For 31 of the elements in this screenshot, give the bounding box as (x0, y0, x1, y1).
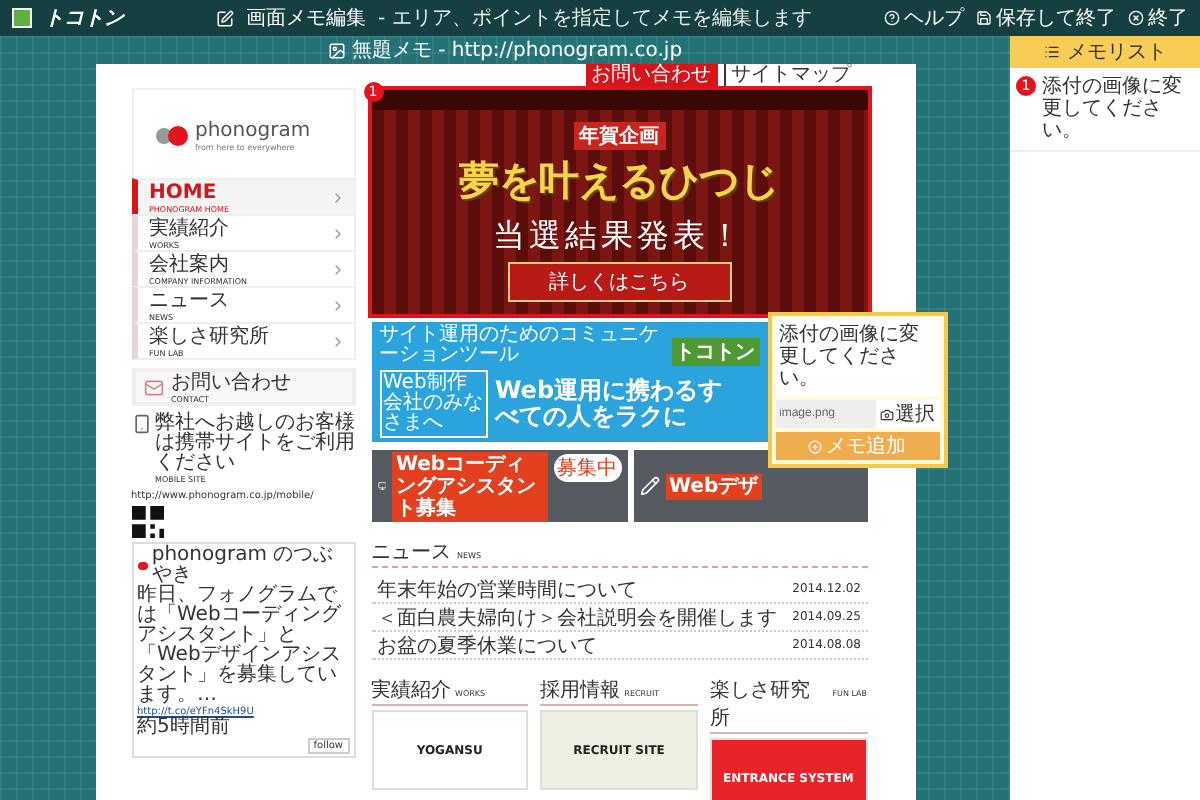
contact-label: お問い合わせ (171, 371, 293, 393)
memo-caption: 無題メモ - http://phonogram.co.jp (351, 38, 683, 64)
banner-title: 夢を叶えるひつじ (459, 154, 779, 208)
recruit-title: Webデザ (665, 473, 763, 499)
banner-headline: Web運用に携わるすべての人をラクに (495, 378, 725, 430)
tweet-text: 昨日、フォノグラムでは「Webコーディングアシスタント」と「Webデザインアシスタント」を募集しています。… (137, 586, 343, 706)
banner-tag: 年賀企画 (573, 122, 665, 150)
nav-label: 会社案内 (149, 253, 231, 275)
screen-title: 画面メモ編集 (246, 6, 366, 32)
nav-label: 実績紹介 (149, 217, 231, 239)
nav-label: 楽しさ研究所 (149, 325, 271, 347)
mobile-text: 弊社へお越しのお客様は携帯サイトをご利用ください (155, 414, 355, 474)
memo-text: 添付の画像に変更してください。 (1042, 76, 1184, 142)
screen-subtitle: - エリア、ポイントを指定してメモを編集します (378, 5, 812, 32)
brand-logo: トコトン (671, 338, 759, 366)
recruit-title: Webコーディングアシスタント募集 (391, 451, 547, 521)
nav-label: ニュース (149, 289, 231, 311)
tweet-time: 約5時間前 (137, 718, 230, 738)
tweet-account: phonogram のつぶやき (151, 546, 336, 586)
banner-headline: 当選結果発表！ (493, 216, 745, 258)
recruiting-badge: 募集中 (553, 454, 621, 482)
logo-name: phonogram (195, 119, 311, 141)
section-heading: 実績紹介 (371, 677, 451, 704)
app-logo: トコトン (44, 6, 124, 32)
section-heading: 楽しさ研究所 (709, 677, 812, 732)
news-heading: ニュース (371, 540, 451, 566)
banner-caption: サイト運用のためのコミュニケーションツール (379, 326, 661, 366)
section-heading: 採用情報 (540, 677, 621, 704)
banner-side-text: Web制作会社のみなさまへ (379, 370, 487, 438)
nav-label: HOME (149, 181, 219, 203)
memo-list-title: メモリスト (1067, 40, 1167, 66)
